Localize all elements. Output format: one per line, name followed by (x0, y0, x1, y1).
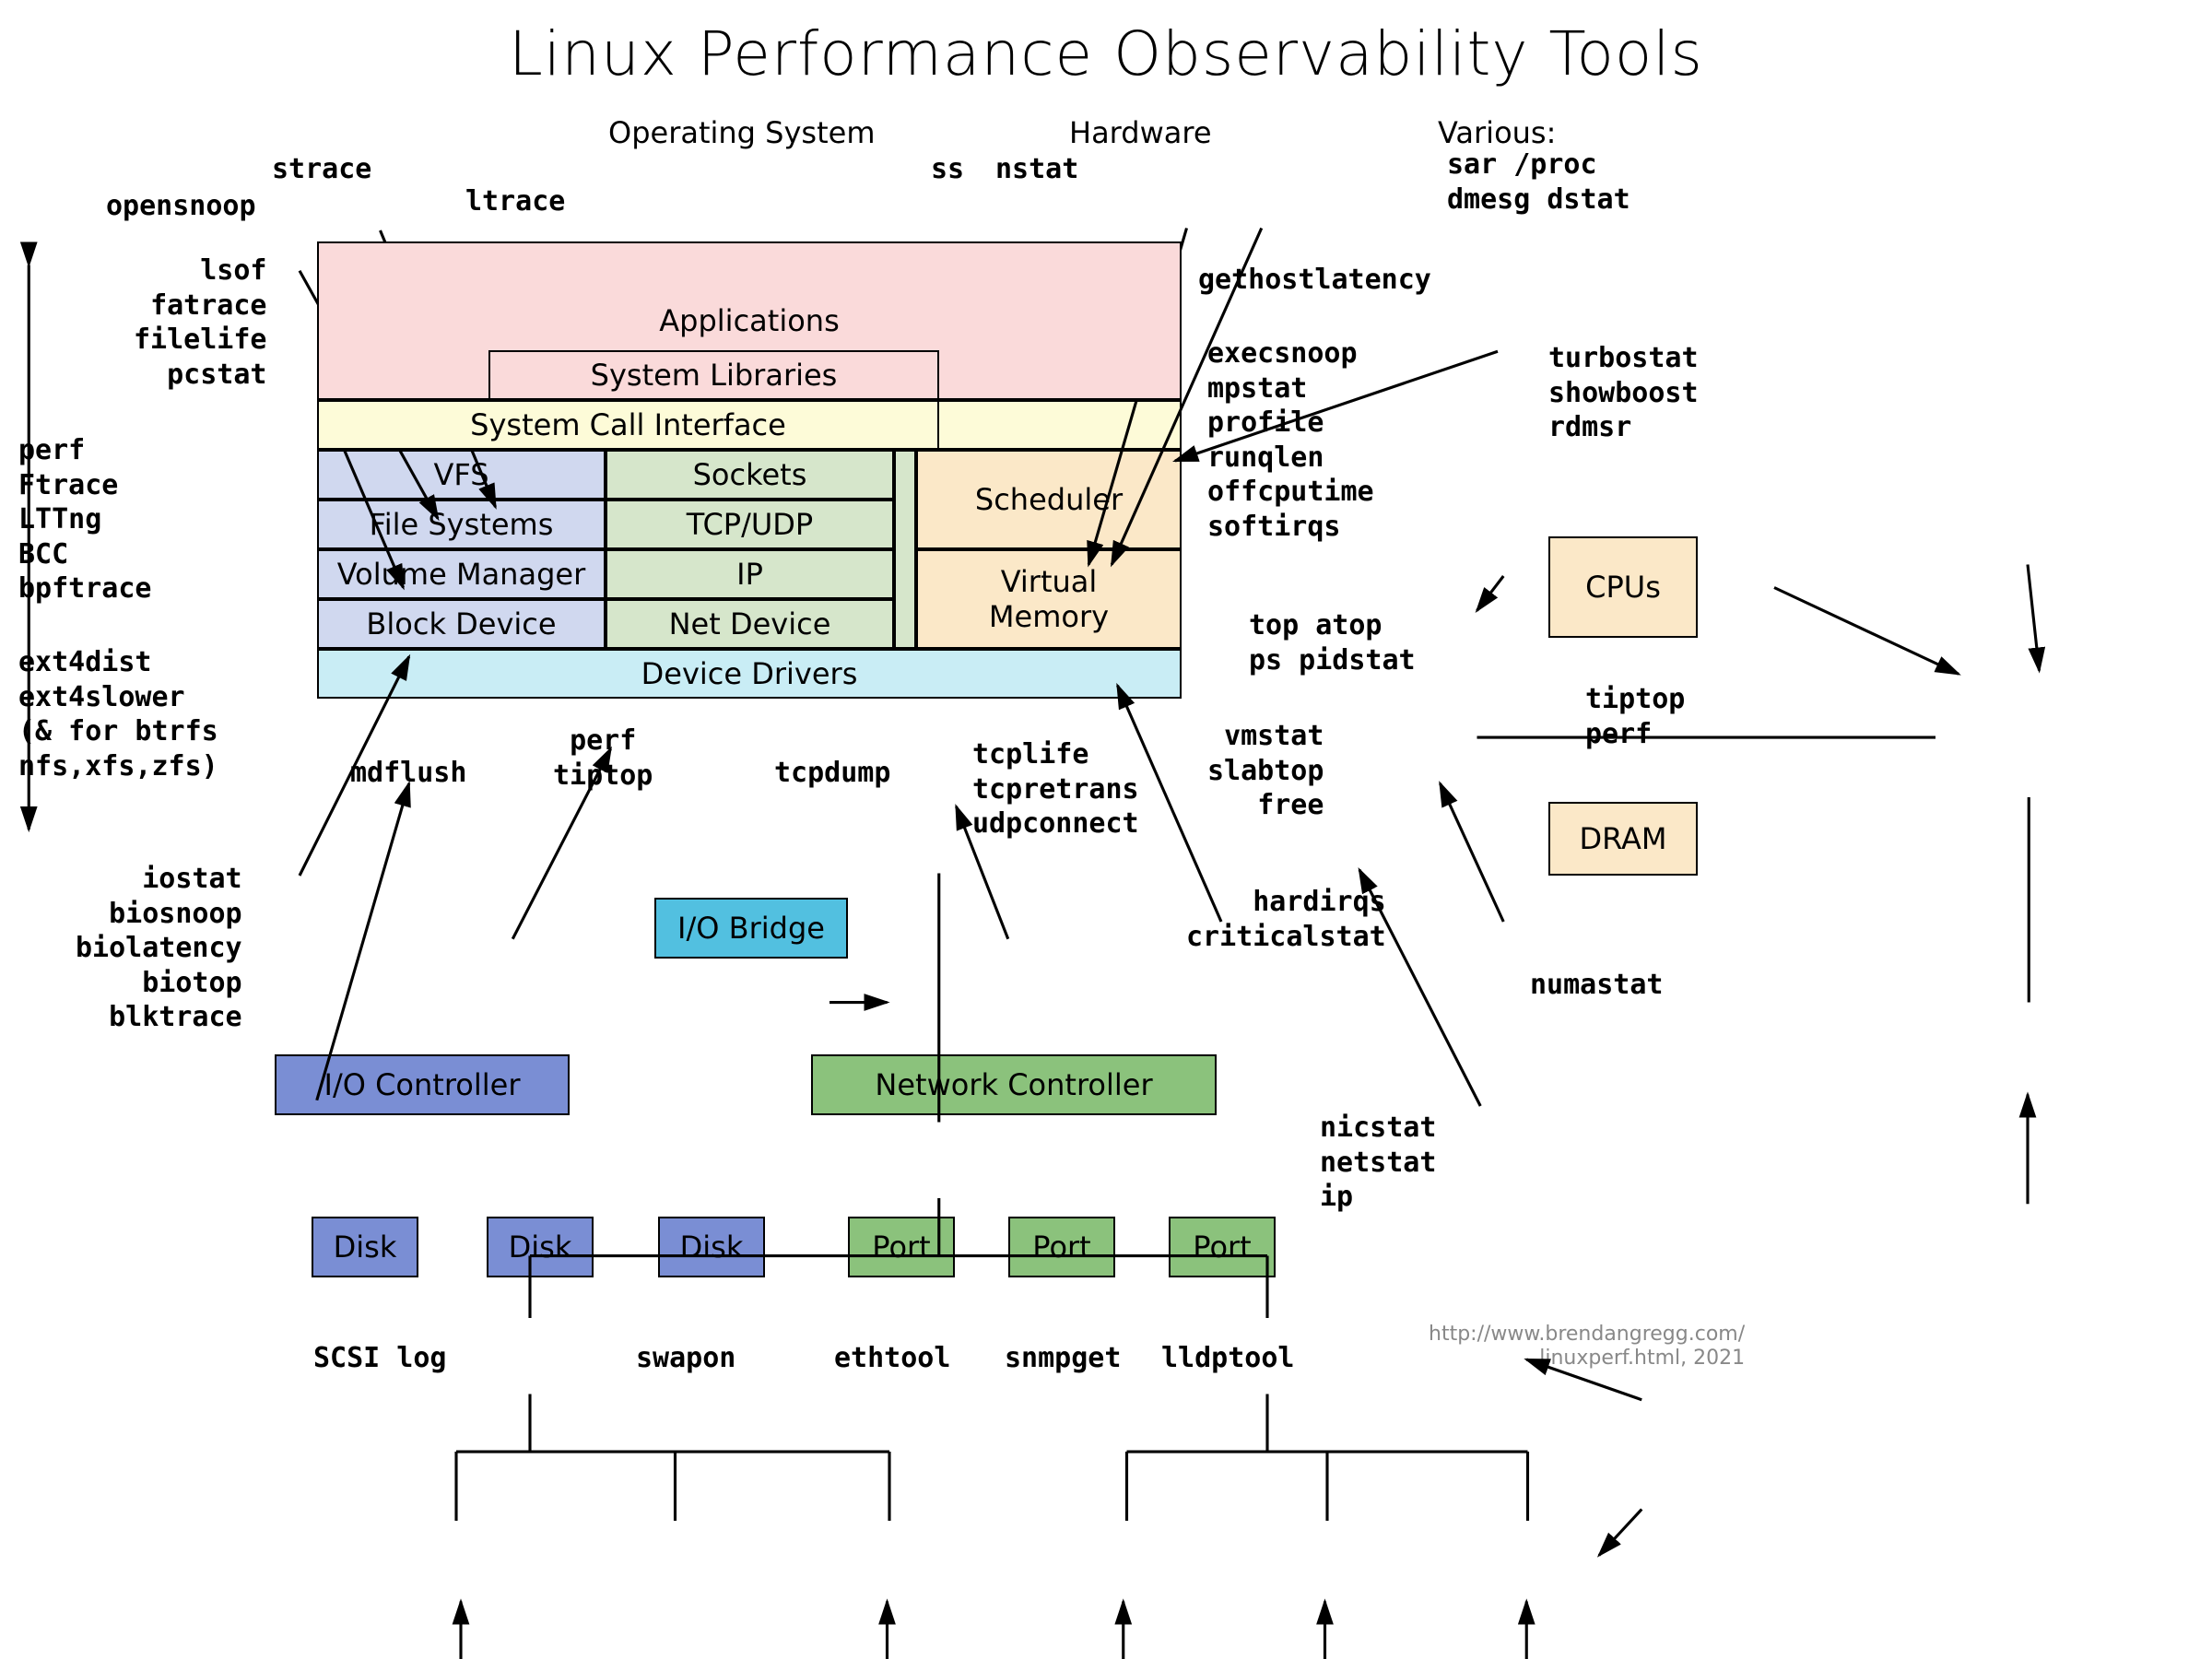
blockdev-layer: Block Device (317, 599, 606, 649)
drivers-layer: Device Drivers (317, 649, 1182, 699)
blockdev-label: Block Device (366, 606, 556, 641)
io-bridge: I/O Bridge (654, 898, 848, 959)
vfs-label: VFS (433, 457, 488, 492)
mdflush-label: mdflush (350, 756, 466, 791)
ip-layer: IP (606, 549, 894, 599)
netctrl-label: Network Controller (875, 1067, 1152, 1102)
nicstat-group: nicstat netstat ip (1320, 1111, 1436, 1215)
net-spacer (894, 450, 916, 649)
opensnoop-label: opensnoop (106, 189, 256, 224)
port-3: Port (1169, 1217, 1276, 1277)
ltrace-label: ltrace (465, 184, 565, 219)
port-3-label: Port (1193, 1230, 1251, 1265)
ip-label: IP (736, 557, 763, 592)
cpus: CPUs (1548, 536, 1698, 638)
vmem-layer: Virtual Memory (916, 549, 1182, 649)
sockets-layer: Sockets (606, 450, 894, 500)
ext4-group: ext4dist ext4slower (& for btrfs nfs,xfs… (18, 645, 218, 783)
dram-label: DRAM (1579, 821, 1666, 856)
tcpudp-label: TCP/UDP (687, 507, 813, 542)
iobridge-label: I/O Bridge (677, 911, 825, 946)
execsnoop-group: execsnoop mpstat profile runqlen offcput… (1207, 336, 1374, 544)
network-controller: Network Controller (811, 1054, 1217, 1115)
drivers-label: Device Drivers (641, 656, 858, 691)
io-controller: I/O Controller (275, 1054, 570, 1115)
volmgr-label: Volume Manager (337, 557, 585, 592)
snmpget-label: snmpget (1005, 1341, 1121, 1376)
disk-2-label: Disk (509, 1230, 572, 1265)
lsof-group: lsof fatrace filelife pcstat (134, 253, 267, 392)
gethostlatency-label: gethostlatency (1198, 263, 1431, 298)
various-label: Various: (1438, 115, 1556, 150)
scsilog-label: SCSI log (313, 1341, 447, 1376)
strace-label: strace (272, 152, 371, 187)
numastat-label: numastat (1530, 968, 1664, 1003)
dram: DRAM (1548, 802, 1698, 876)
tiptop-perf-label: tiptop perf (1585, 682, 1685, 751)
disk-2: Disk (487, 1217, 594, 1277)
port-1-label: Port (872, 1230, 930, 1265)
scheduler-layer: Scheduler (916, 450, 1182, 549)
netdev-layer: Net Device (606, 599, 894, 649)
port-2: Port (1008, 1217, 1115, 1277)
disk-3-label: Disk (680, 1230, 744, 1265)
volmgr-layer: Volume Manager (317, 549, 606, 599)
ethtool-label: ethtool (834, 1341, 950, 1376)
hardirqs-group: hardirqs criticalstat (1186, 885, 1386, 954)
disk-1-label: Disk (334, 1230, 397, 1265)
syscall-label: System Call Interface (470, 407, 786, 442)
disk-3: Disk (658, 1217, 765, 1277)
applications-label: Applications (659, 303, 839, 338)
page-title: Linux Performance Observability Tools (0, 18, 2212, 89)
turbostat-group: turbostat showboost rdmsr (1548, 341, 1699, 445)
iostat-group: iostat biosnoop biolatency biotop blktra… (76, 862, 242, 1035)
disk-1: Disk (312, 1217, 418, 1277)
perf-group: perf Ftrace LTTng BCC bpftrace (18, 433, 152, 606)
ss-label: ss (931, 152, 964, 187)
footer-credit: http://www.brendangregg.com/ linuxperf.h… (1429, 1323, 1745, 1371)
fs-layer: File Systems (317, 500, 606, 549)
perf-tiptop-label: perf tiptop (553, 724, 653, 793)
ioctrl-label: I/O Controller (324, 1067, 521, 1102)
lldptool-label: lldptool (1161, 1341, 1295, 1376)
os-label: Operating System (608, 115, 875, 150)
scheduler-label: Scheduler (975, 482, 1123, 517)
vmem-label: Virtual Memory (989, 564, 1109, 635)
sockets-label: Sockets (693, 457, 807, 492)
various-tools: sar /proc dmesg dstat (1447, 147, 1630, 217)
port-2-label: Port (1032, 1230, 1090, 1265)
swapon-label: swapon (636, 1341, 735, 1376)
tcplife-group: tcplife tcpretrans udpconnect (972, 737, 1139, 841)
nstat-label: nstat (995, 152, 1078, 187)
netdev-label: Net Device (669, 606, 831, 641)
fs-label: File Systems (370, 507, 554, 542)
tcpudp-layer: TCP/UDP (606, 500, 894, 549)
port-1: Port (848, 1217, 955, 1277)
cpus-label: CPUs (1585, 570, 1661, 605)
system-libraries-layer: System Libraries (488, 350, 939, 400)
tcpdump-label: tcpdump (774, 756, 890, 791)
vfs-layer: VFS (317, 450, 606, 500)
syscall-layer: System Call Interface (317, 400, 939, 450)
vmstat-group: vmstat slabtop free (1207, 719, 1324, 823)
hardware-label: Hardware (1069, 115, 1212, 150)
syscall-ext (939, 400, 1182, 450)
syslibs-label: System Libraries (591, 358, 838, 393)
top-group: top atop ps pidstat (1249, 608, 1416, 677)
